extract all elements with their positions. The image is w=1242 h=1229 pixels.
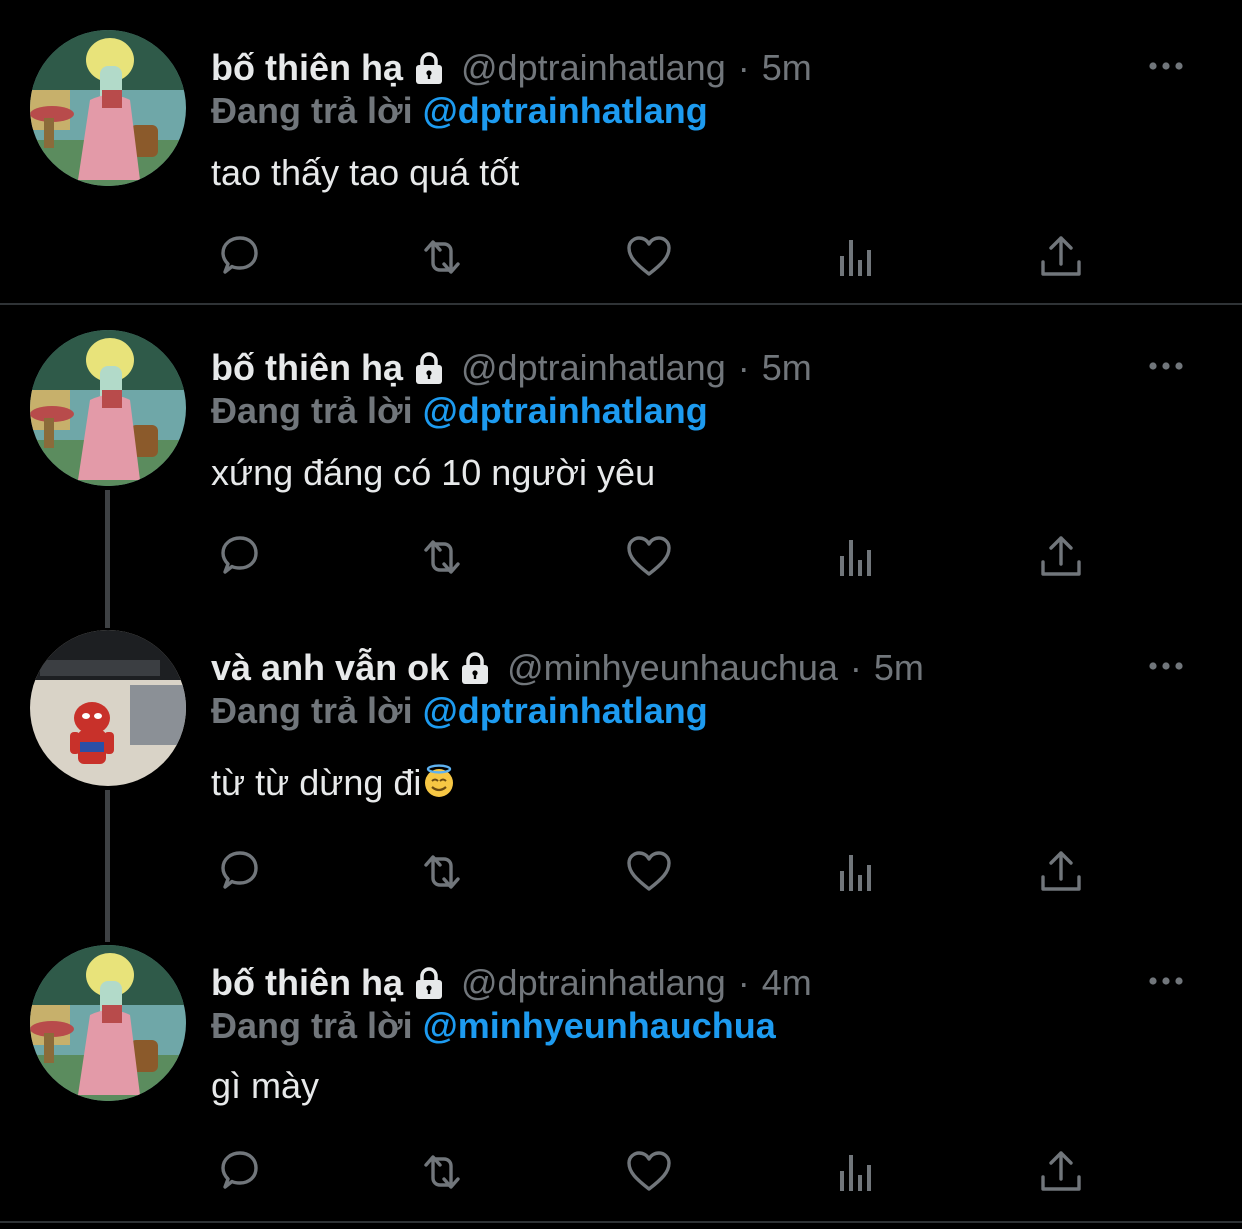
replying-to-label: Đang trả lời bbox=[211, 390, 413, 431]
views-icon[interactable] bbox=[831, 532, 881, 582]
reply-icon[interactable] bbox=[213, 847, 263, 897]
replying-to: Đang trả lời @dptrainhatlang bbox=[211, 90, 708, 132]
tweet-text: từ từ dừng đi bbox=[211, 762, 457, 804]
display-name[interactable]: bố thiên hạ bbox=[211, 47, 403, 89]
share-icon[interactable] bbox=[1036, 532, 1086, 582]
like-icon[interactable] bbox=[624, 847, 674, 897]
user-handle[interactable]: @dptrainhatlang bbox=[461, 962, 726, 1004]
more-icon[interactable] bbox=[1146, 54, 1186, 78]
tweet-text: tao thấy tao quá tốt bbox=[211, 152, 520, 193]
separator: · bbox=[737, 47, 750, 88]
like-icon[interactable] bbox=[624, 232, 674, 282]
timestamp[interactable]: 5m bbox=[762, 347, 812, 389]
tweet-header: bố thiên hạ @dptrainhatlang · 4m bbox=[211, 957, 812, 1009]
replying-to-label: Đang trả lời bbox=[211, 90, 413, 131]
lock-icon bbox=[411, 350, 447, 386]
share-icon[interactable] bbox=[1036, 232, 1086, 282]
tweet-header: bố thiên hạ @dptrainhatlang · 5m bbox=[211, 42, 812, 94]
views-icon[interactable] bbox=[831, 1147, 881, 1197]
more-icon[interactable] bbox=[1146, 354, 1186, 378]
tweet-divider bbox=[0, 1221, 1242, 1223]
spiderman-figure-avatar-image bbox=[30, 630, 186, 786]
tweet-text: xứng đáng có 10 người yêu bbox=[211, 452, 656, 493]
like-icon[interactable] bbox=[624, 532, 674, 582]
timestamp[interactable]: 5m bbox=[762, 47, 812, 89]
separator: · bbox=[737, 347, 750, 388]
squidward-avatar-image bbox=[30, 30, 186, 186]
lock-icon bbox=[411, 965, 447, 1001]
tweet[interactable]: bố thiên hạ @dptrainhatlang · 5m Đang tr… bbox=[0, 42, 1242, 304]
reply-icon[interactable] bbox=[213, 532, 263, 582]
thread-connector bbox=[105, 790, 110, 942]
more-icon[interactable] bbox=[1146, 969, 1186, 993]
smiling-face-with-halo-icon bbox=[421, 763, 457, 799]
more-icon[interactable] bbox=[1146, 654, 1186, 678]
separator: · bbox=[849, 647, 862, 688]
tweet[interactable]: bố thiên hạ @dptrainhatlang · 4m Đang tr… bbox=[0, 957, 1242, 1219]
tweet-actions bbox=[211, 532, 1091, 582]
retweet-icon[interactable] bbox=[417, 532, 467, 582]
reply-mention-link[interactable]: @dptrainhatlang bbox=[423, 390, 708, 431]
avatar[interactable] bbox=[30, 945, 186, 1101]
tweet-text: gì mày bbox=[211, 1065, 320, 1106]
tweet-text-content: từ từ dừng đi bbox=[211, 762, 422, 803]
reply-icon[interactable] bbox=[213, 1147, 263, 1197]
squidward-avatar-image bbox=[30, 330, 186, 486]
separator: · bbox=[737, 962, 750, 1003]
reply-mention-link[interactable]: @dptrainhatlang bbox=[423, 90, 708, 131]
display-name[interactable]: và anh vẫn ok bbox=[211, 647, 449, 689]
like-icon[interactable] bbox=[624, 1147, 674, 1197]
tweet-actions bbox=[211, 847, 1091, 897]
timestamp[interactable]: 4m bbox=[762, 962, 812, 1004]
replying-to-label: Đang trả lời bbox=[211, 1005, 413, 1046]
user-handle[interactable]: @dptrainhatlang bbox=[461, 47, 726, 89]
user-handle[interactable]: @dptrainhatlang bbox=[461, 347, 726, 389]
replying-to: Đang trả lời @minhyeunhauchua bbox=[211, 1005, 776, 1047]
reply-mention-link[interactable]: @minhyeunhauchua bbox=[423, 1005, 776, 1046]
tweet[interactable]: và anh vẫn ok @minhyeunhauchua · 5m Đang… bbox=[0, 642, 1242, 922]
avatar[interactable] bbox=[30, 330, 186, 486]
retweet-icon[interactable] bbox=[417, 232, 467, 282]
share-icon[interactable] bbox=[1036, 1147, 1086, 1197]
display-name[interactable]: bố thiên hạ bbox=[211, 347, 403, 389]
avatar[interactable] bbox=[30, 30, 186, 186]
user-handle[interactable]: @minhyeunhauchua bbox=[507, 647, 838, 689]
tweet-actions bbox=[211, 1147, 1091, 1197]
timeline: bố thiên hạ @dptrainhatlang · 5m Đang tr… bbox=[0, 0, 1242, 1229]
replying-to-label: Đang trả lời bbox=[211, 690, 413, 731]
thread-connector bbox=[105, 490, 110, 628]
lock-icon bbox=[411, 50, 447, 86]
replying-to: Đang trả lời @dptrainhatlang bbox=[211, 390, 708, 432]
retweet-icon[interactable] bbox=[417, 847, 467, 897]
share-icon[interactable] bbox=[1036, 847, 1086, 897]
avatar[interactable] bbox=[30, 630, 186, 786]
tweet[interactable]: bố thiên hạ @dptrainhatlang · 5m Đang tr… bbox=[0, 342, 1242, 612]
tweet-header: bố thiên hạ @dptrainhatlang · 5m bbox=[211, 342, 812, 394]
timestamp[interactable]: 5m bbox=[874, 647, 924, 689]
tweet-header: và anh vẫn ok @minhyeunhauchua · 5m bbox=[211, 642, 924, 694]
display-name[interactable]: bố thiên hạ bbox=[211, 962, 403, 1004]
replying-to: Đang trả lời @dptrainhatlang bbox=[211, 690, 708, 732]
reply-icon[interactable] bbox=[213, 232, 263, 282]
tweet-actions bbox=[211, 232, 1091, 282]
lock-icon bbox=[457, 650, 493, 686]
tweet-divider bbox=[0, 303, 1242, 305]
views-icon[interactable] bbox=[831, 847, 881, 897]
retweet-icon[interactable] bbox=[417, 1147, 467, 1197]
views-icon[interactable] bbox=[831, 232, 881, 282]
reply-mention-link[interactable]: @dptrainhatlang bbox=[423, 690, 708, 731]
squidward-avatar-image bbox=[30, 945, 186, 1101]
